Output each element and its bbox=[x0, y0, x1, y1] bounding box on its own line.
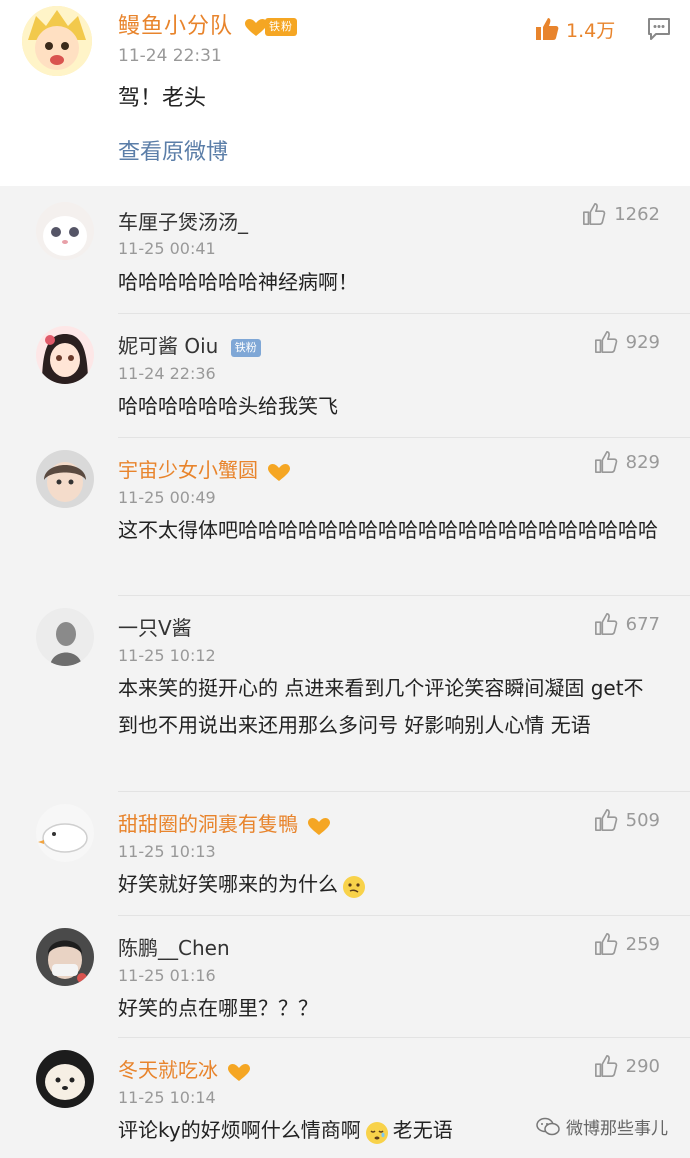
comment-item: 一只Ⅴ酱 11-25 10:12 本来笑的挺开心的 点进来看到几个评论笑容瞬间凝… bbox=[0, 596, 690, 792]
comment-text: 好笑就好笑哪来的为什么 bbox=[118, 866, 658, 903]
comment-item: 冬天就吃冰 11-25 10:14 评论ky的好烦啊什么情商啊 老无语 290 bbox=[0, 1038, 690, 1158]
commenter-name[interactable]: 甜甜圈的洞裏有隻鴨 bbox=[118, 808, 331, 837]
post-text: 驾！老头 bbox=[118, 86, 207, 111]
comment-icon bbox=[648, 18, 670, 40]
thumbs-up-icon bbox=[594, 1055, 617, 1077]
comment-item: 陈鹏__Chen 11-25 01:16 好笑的点在哪里？？？ 259 bbox=[0, 916, 690, 1038]
commenter-name[interactable]: 车厘子煲汤汤_ bbox=[118, 206, 248, 235]
comment-time: 11-25 00:49 bbox=[118, 488, 216, 507]
thumbs-up-icon bbox=[594, 613, 617, 635]
commenter-avatar[interactable] bbox=[36, 1050, 94, 1108]
comment-like-button[interactable]: 829 bbox=[594, 450, 660, 474]
like-count: 1.4万 bbox=[566, 19, 616, 42]
thumbs-up-icon bbox=[594, 331, 617, 353]
commenter-avatar[interactable] bbox=[36, 326, 94, 384]
author-name[interactable]: 鳗鱼小分队 铁粉 bbox=[118, 8, 298, 40]
comment-item: 宇宙少女小蟹圆 11-25 00:49 这不太得体吧哈哈哈哈哈哈哈哈哈哈哈哈哈哈… bbox=[0, 438, 690, 596]
comment-like-button[interactable]: 259 bbox=[594, 932, 660, 956]
fan-badge: 铁粉 bbox=[230, 338, 261, 357]
fan-heart-icon bbox=[268, 463, 291, 481]
thumbs-up-icon bbox=[594, 933, 617, 955]
commenter-avatar[interactable] bbox=[36, 804, 94, 862]
comment-text-body: 评论ky的好烦啊什么情商啊 bbox=[118, 1118, 361, 1142]
comment-like-button[interactable]: 290 bbox=[594, 1054, 660, 1078]
commenter-name-text: 冬天就吃冰 bbox=[118, 1058, 218, 1082]
commenter-name-text: 妮可酱 Oiu bbox=[118, 334, 219, 358]
commenter-avatar[interactable] bbox=[36, 202, 94, 260]
thumbs-up-icon bbox=[594, 809, 617, 831]
commenter-name-text: 甜甜圈的洞裏有隻鴨 bbox=[118, 812, 298, 836]
comment-text: 这不太得体吧哈哈哈哈哈哈哈哈哈哈哈哈哈哈哈哈哈哈哈哈哈 bbox=[118, 518, 658, 542]
commenter-name[interactable]: 宇宙少女小蟹圆 bbox=[118, 454, 291, 483]
comment-like-button[interactable]: 1262 bbox=[582, 202, 660, 226]
main-post: 鳗鱼小分队 铁粉 11-24 22:31 驾！老头 查看原微博 1.4万 bbox=[0, 0, 690, 186]
comment-button[interactable] bbox=[646, 16, 672, 42]
comment-like-count: 509 bbox=[625, 809, 660, 831]
commenter-avatar[interactable] bbox=[36, 928, 94, 986]
author-name-text: 鳗鱼小分队 bbox=[118, 14, 234, 39]
comment-like-button[interactable]: 509 bbox=[594, 808, 660, 832]
thumbs-up-icon bbox=[536, 18, 559, 40]
comment-list: 车厘子煲汤汤_ 11-25 00:41 哈哈哈哈哈哈哈神经病啊！ 1262 妮可… bbox=[0, 186, 690, 1158]
author-avatar[interactable] bbox=[22, 6, 92, 76]
comment-time: 11-25 10:12 bbox=[118, 646, 216, 665]
comment-time: 11-25 01:16 bbox=[118, 966, 216, 985]
fan-heart-icon bbox=[228, 1063, 251, 1081]
comment-item: 甜甜圈的洞裏有隻鴨 11-25 10:13 好笑就好笑哪来的为什么 509 bbox=[0, 792, 690, 916]
comment-text-body: 好笑就好笑哪来的为什么 bbox=[118, 872, 338, 896]
comment-text: 好笑的点在哪里？？？ bbox=[118, 996, 318, 1020]
watermark: 微博那些事儿 bbox=[536, 1114, 668, 1139]
commenter-name[interactable]: 妮可酱 Oiu 铁粉 bbox=[118, 330, 261, 359]
watermark-text: 微博那些事儿 bbox=[566, 1119, 668, 1139]
sleepy-emoji-icon bbox=[365, 1120, 389, 1144]
comment-like-count: 677 bbox=[625, 613, 660, 635]
view-original-link[interactable]: 查看原微博 bbox=[118, 134, 228, 166]
comment-like-button[interactable]: 677 bbox=[594, 612, 660, 636]
like-button[interactable]: 1.4万 bbox=[534, 14, 615, 44]
commenter-name-text: 宇宙少女小蟹圆 bbox=[118, 458, 258, 482]
comment-text: 本来笑的挺开心的 点进来看到几个评论笑容瞬间凝固 get不到也不用说出来还用那么… bbox=[118, 676, 644, 737]
comment-item: 车厘子煲汤汤_ 11-25 00:41 哈哈哈哈哈哈哈神经病啊！ 1262 bbox=[0, 186, 690, 314]
commenter-name[interactable]: 陈鹏__Chen bbox=[118, 932, 230, 961]
commenter-name[interactable]: 冬天就吃冰 bbox=[118, 1054, 251, 1083]
commenter-name[interactable]: 一只Ⅴ酱 bbox=[118, 612, 192, 641]
comment-like-count: 929 bbox=[625, 331, 660, 353]
comment-text: 哈哈哈哈哈哈哈神经病啊！ bbox=[118, 270, 358, 294]
comment-time: 11-25 10:14 bbox=[118, 1088, 216, 1107]
fan-badge: 铁粉 bbox=[265, 18, 298, 36]
comment-like-count: 1262 bbox=[614, 203, 660, 225]
comment-text: 哈哈哈哈哈哈头给我笑飞 bbox=[118, 394, 338, 418]
comment-like-count: 259 bbox=[625, 933, 660, 955]
commenter-avatar[interactable] bbox=[36, 608, 94, 666]
comment-like-button[interactable]: 929 bbox=[594, 330, 660, 354]
thumbs-up-icon bbox=[594, 451, 617, 473]
thinking-emoji-icon bbox=[342, 874, 366, 898]
comment-item: 妮可酱 Oiu 铁粉 11-24 22:36 哈哈哈哈哈哈头给我笑飞 929 bbox=[0, 314, 690, 438]
comment-time: 11-25 10:13 bbox=[118, 842, 216, 861]
comment-text-tail: 老无语 bbox=[392, 1118, 453, 1142]
comment-like-count: 829 bbox=[625, 451, 660, 473]
thumbs-up-icon bbox=[583, 203, 606, 225]
comment-time: 11-24 22:36 bbox=[118, 364, 216, 383]
wechat-icon bbox=[536, 1117, 560, 1135]
fan-heart-icon bbox=[308, 817, 331, 835]
commenter-avatar[interactable] bbox=[36, 450, 94, 508]
comment-time: 11-25 00:41 bbox=[118, 239, 216, 258]
fan-heart-icon bbox=[245, 18, 268, 36]
post-time: 11-24 22:31 bbox=[118, 46, 222, 66]
comment-like-count: 290 bbox=[625, 1055, 660, 1077]
